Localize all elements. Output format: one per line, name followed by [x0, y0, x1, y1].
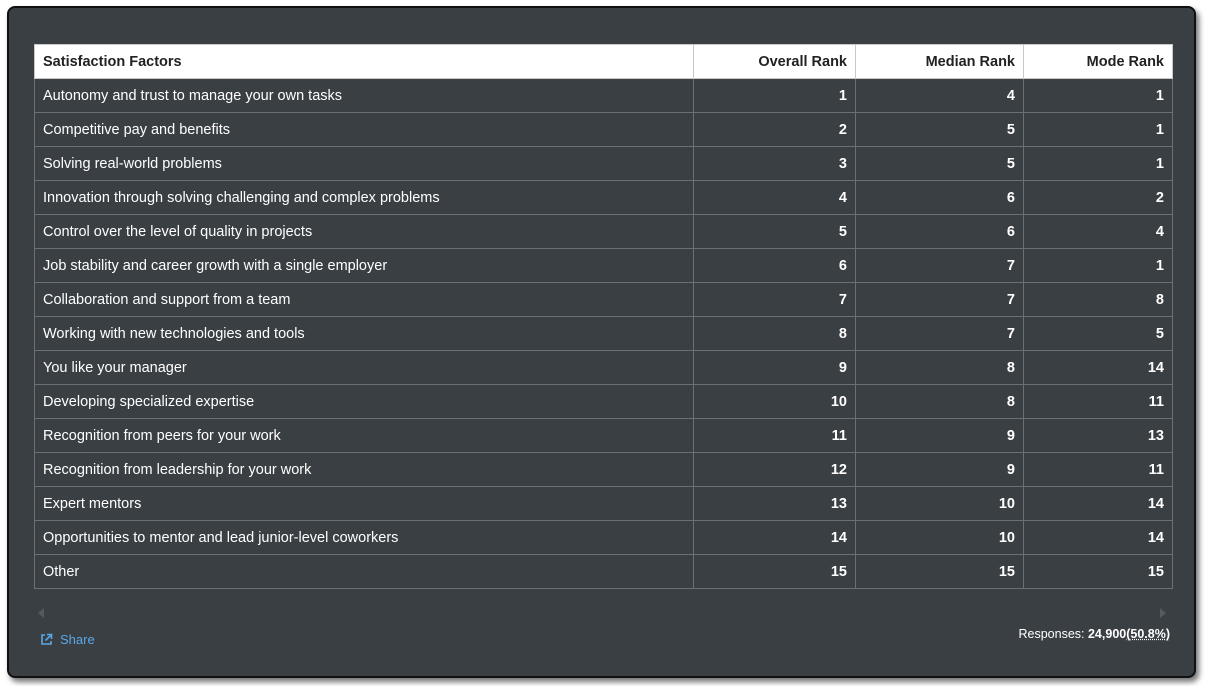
factor-cell: Control over the level of quality in pro…	[34, 214, 694, 249]
table-header-row: Satisfaction Factors Overall Rank Median…	[34, 44, 1173, 79]
median-rank-cell: 8	[855, 350, 1024, 385]
factor-cell: You like your manager	[34, 350, 694, 385]
overall-rank-cell: 4	[693, 180, 856, 215]
median-rank-cell: 9	[855, 418, 1024, 453]
factor-cell: Expert mentors	[34, 486, 694, 521]
median-rank-cell: 5	[855, 112, 1024, 147]
median-rank-cell: 7	[855, 316, 1024, 351]
factor-cell: Recognition from leadership for your wor…	[34, 452, 694, 487]
median-rank-cell: 10	[855, 520, 1024, 555]
satisfaction-table: Satisfaction Factors Overall Rank Median…	[34, 44, 1173, 589]
table-row: Recognition from leadership for your wor…	[34, 452, 1173, 487]
overall-rank-cell: 9	[693, 350, 856, 385]
median-rank-cell: 6	[855, 214, 1024, 249]
table-row: Job stability and career growth with a s…	[34, 248, 1173, 283]
overall-rank-cell: 8	[693, 316, 856, 351]
responses-percentage: (50.8%)	[1126, 627, 1170, 641]
median-rank-cell: 7	[855, 248, 1024, 283]
mode-rank-cell: 1	[1023, 78, 1173, 113]
factor-cell: Other	[34, 554, 694, 589]
table-row: Control over the level of quality in pro…	[34, 214, 1173, 249]
table-row: Collaboration and support from a team 7 7 8	[34, 282, 1173, 317]
overall-rank-cell: 12	[693, 452, 856, 487]
median-rank-cell: 8	[855, 384, 1024, 419]
overall-rank-cell: 3	[693, 146, 856, 181]
table-row: You like your manager 9 8 14	[34, 350, 1173, 385]
scroll-left-arrow-icon[interactable]	[38, 608, 44, 618]
share-link[interactable]: Share	[40, 632, 95, 647]
median-rank-cell: 15	[855, 554, 1024, 589]
factor-cell: Opportunities to mentor and lead junior-…	[34, 520, 694, 555]
median-rank-cell: 4	[855, 78, 1024, 113]
mode-rank-cell: 5	[1023, 316, 1173, 351]
table-row: Working with new technologies and tools 8…	[34, 316, 1173, 351]
overall-rank-cell: 1	[693, 78, 856, 113]
overall-rank-cell: 11	[693, 418, 856, 453]
responses-count: 24,900	[1087, 627, 1127, 641]
table-row: Opportunities to mentor and lead junior-…	[34, 520, 1173, 555]
overall-rank-cell: 2	[693, 112, 856, 147]
mode-rank-cell: 15	[1023, 554, 1173, 589]
factor-cell: Working with new technologies and tools	[34, 316, 694, 351]
table-row: Autonomy and trust to manage your own ta…	[34, 78, 1173, 113]
overall-rank-cell: 14	[693, 520, 856, 555]
factor-cell: Recognition from peers for your work	[34, 418, 694, 453]
results-card: Satisfaction Factors Overall Rank Median…	[7, 6, 1196, 678]
column-header-overall-rank[interactable]: Overall Rank	[693, 44, 856, 79]
table-body: Autonomy and trust to manage your own ta…	[34, 78, 1173, 589]
table-row: Developing specialized expertise 10 8 11	[34, 384, 1173, 419]
mode-rank-cell: 14	[1023, 486, 1173, 521]
column-header-factors[interactable]: Satisfaction Factors	[34, 44, 694, 79]
overall-rank-cell: 10	[693, 384, 856, 419]
column-header-median-rank[interactable]: Median Rank	[855, 44, 1024, 79]
mode-rank-cell: 13	[1023, 418, 1173, 453]
factor-cell: Solving real-world problems	[34, 146, 694, 181]
factor-cell: Job stability and career growth with a s…	[34, 248, 694, 283]
mode-rank-cell: 11	[1023, 384, 1173, 419]
overall-rank-cell: 13	[693, 486, 856, 521]
external-link-icon	[40, 633, 53, 646]
mode-rank-cell: 11	[1023, 452, 1173, 487]
factor-cell: Autonomy and trust to manage your own ta…	[34, 78, 694, 113]
mode-rank-cell: 1	[1023, 146, 1173, 181]
table-row: Competitive pay and benefits 2 5 1	[34, 112, 1173, 147]
mode-rank-cell: 2	[1023, 180, 1173, 215]
responses-label: Responses:	[1018, 627, 1088, 641]
column-header-mode-rank[interactable]: Mode Rank	[1023, 44, 1173, 79]
overall-rank-cell: 7	[693, 282, 856, 317]
overall-rank-cell: 6	[693, 248, 856, 283]
scroll-right-arrow-icon[interactable]	[1160, 608, 1166, 618]
mode-rank-cell: 1	[1023, 112, 1173, 147]
factor-cell: Competitive pay and benefits	[34, 112, 694, 147]
table-row: Expert mentors 13 10 14	[34, 486, 1173, 521]
mode-rank-cell: 1	[1023, 248, 1173, 283]
responses-summary: Responses: 24,900(50.8%)	[1019, 627, 1171, 641]
mode-rank-cell: 8	[1023, 282, 1173, 317]
table-row: Recognition from peers for your work 11 9 1…	[34, 418, 1173, 453]
mode-rank-cell: 4	[1023, 214, 1173, 249]
mode-rank-cell: 14	[1023, 350, 1173, 385]
median-rank-cell: 7	[855, 282, 1024, 317]
factor-cell: Developing specialized expertise	[34, 384, 694, 419]
median-rank-cell: 9	[855, 452, 1024, 487]
median-rank-cell: 6	[855, 180, 1024, 215]
factor-cell: Collaboration and support from a team	[34, 282, 694, 317]
median-rank-cell: 5	[855, 146, 1024, 181]
table-row: Innovation through solving challenging a…	[34, 180, 1173, 215]
table-row: Other 15 15 15	[34, 554, 1173, 589]
table-row: Solving real-world problems 3 5 1	[34, 146, 1173, 181]
mode-rank-cell: 14	[1023, 520, 1173, 555]
share-label: Share	[60, 632, 95, 647]
factor-cell: Innovation through solving challenging a…	[34, 180, 694, 215]
overall-rank-cell: 5	[693, 214, 856, 249]
median-rank-cell: 10	[855, 486, 1024, 521]
overall-rank-cell: 15	[693, 554, 856, 589]
